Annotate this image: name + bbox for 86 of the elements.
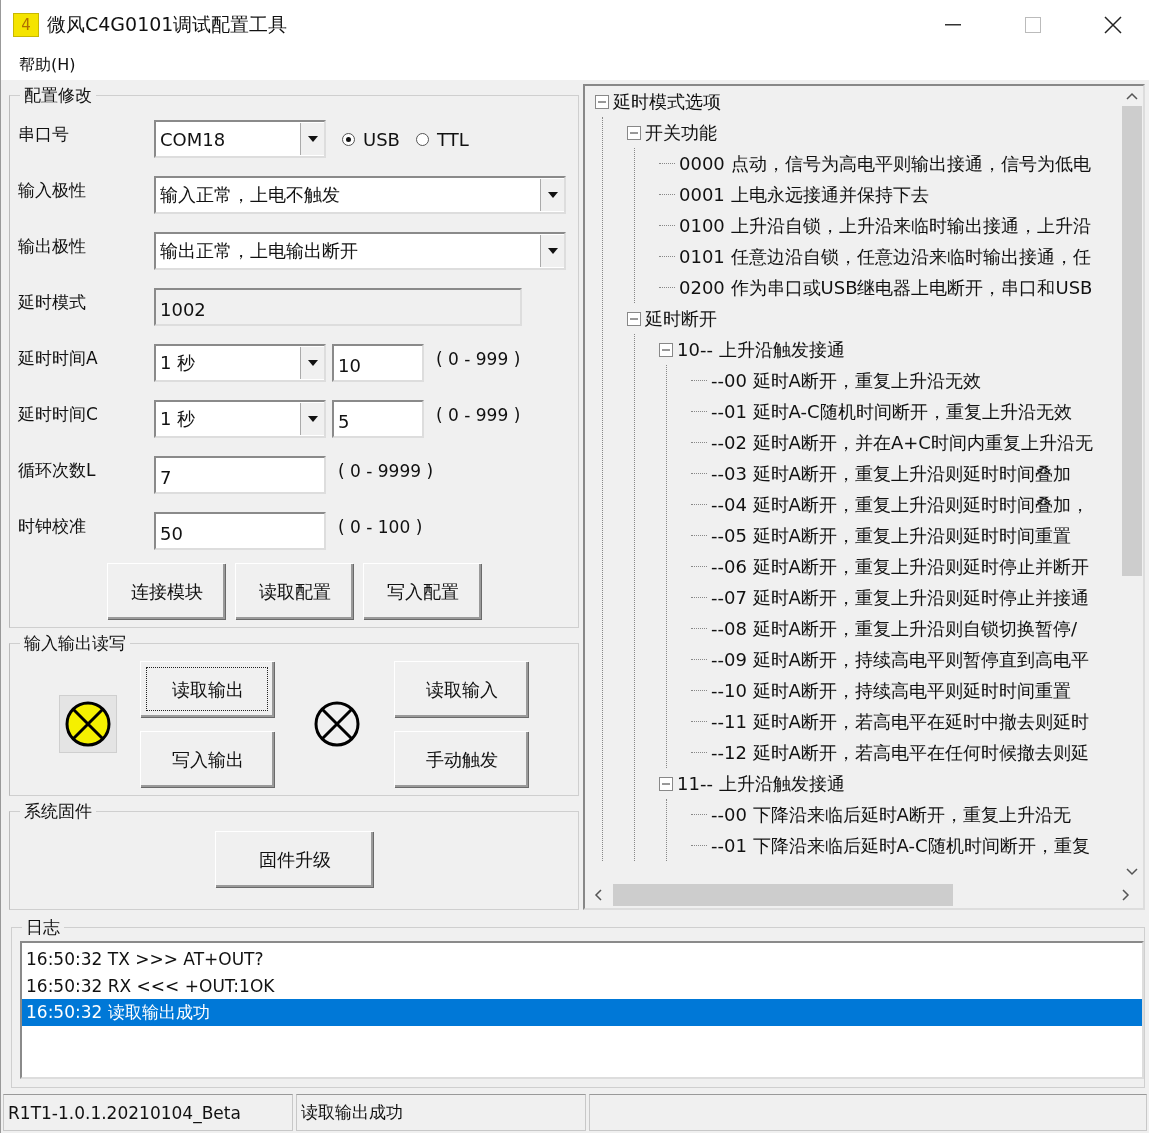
action-button[interactable]: 连接模块 bbox=[107, 563, 225, 619]
field-label: 循环次数L bbox=[18, 458, 97, 482]
group-title: 系统固件 bbox=[23, 800, 93, 823]
tree-item[interactable]: 0101 任意边沿自锁，任意边沿来临时输出接通，任 bbox=[679, 244, 1091, 269]
tree-item[interactable]: --11 延时A断开，若高电平在延时中撤去则延时 bbox=[711, 709, 1089, 734]
field-label: 延时模式 bbox=[18, 290, 87, 314]
tree-item[interactable]: --01 下降沿来临后延时A-C随机时间断开，重复 bbox=[711, 833, 1090, 858]
action-button[interactable]: 写入配置 bbox=[363, 563, 481, 619]
radio-button[interactable] bbox=[342, 132, 355, 146]
maximize-icon[interactable] bbox=[1025, 17, 1041, 33]
delay-mode-field[interactable]: 1002 bbox=[154, 288, 522, 326]
action-button[interactable]: 读取配置 bbox=[235, 563, 353, 619]
tree-item[interactable]: 延时断开 bbox=[645, 306, 717, 331]
tree-item[interactable]: --03 延时A断开，重复上升沿则延时时间叠加 bbox=[711, 461, 1071, 486]
write-output-button[interactable]: 写入输出 bbox=[140, 731, 274, 787]
range-text: ( 0 - 9999 ) bbox=[338, 461, 434, 481]
tree-item[interactable]: --08 延时A断开，重复上升沿则自锁切换暂停/ bbox=[711, 616, 1077, 641]
tree-item[interactable]: --00 下降沿来临后延时A断开，重复上升沿无 bbox=[711, 802, 1071, 827]
group-title: 配置修改 bbox=[23, 84, 93, 107]
tree-item[interactable]: 10-- 上升沿触发接通 bbox=[677, 337, 845, 362]
field-label: 延时时间C bbox=[18, 402, 99, 426]
range-text: ( 0 - 100 ) bbox=[338, 517, 423, 537]
tree-item[interactable]: 0001 上电永远接通并保持下去 bbox=[679, 182, 929, 207]
tree-item[interactable]: --04 延时A断开，重复上升沿则延时时间叠加， bbox=[711, 492, 1089, 517]
tree-item[interactable]: 0000 点动，信号为高电平则输出接通，信号为低电 bbox=[679, 151, 1091, 176]
dropdown-arrow-icon bbox=[307, 416, 318, 422]
collapse-icon[interactable] bbox=[595, 94, 609, 109]
app-icon: 4 bbox=[13, 13, 39, 37]
field-label: 串口号 bbox=[18, 122, 70, 146]
dropdown-arrow-icon bbox=[547, 192, 558, 198]
range-text: ( 0 - 999 ) bbox=[436, 349, 521, 369]
group-title: 输入输出读写 bbox=[23, 632, 127, 655]
field-label: 延时时间A bbox=[18, 346, 99, 370]
status-text: 读取输出成功 bbox=[296, 1094, 586, 1131]
loop-count-field[interactable]: 7 bbox=[154, 456, 326, 494]
log-entry[interactable]: 16:50:32 TX >>> AT+OUT? bbox=[22, 945, 1142, 972]
tree-item[interactable]: --00 延时A断开，重复上升沿无效 bbox=[711, 368, 981, 393]
clock-calibration-field[interactable]: 50 bbox=[154, 512, 326, 550]
manual-trigger-button[interactable]: 手动触发 bbox=[394, 731, 528, 787]
collapse-icon[interactable] bbox=[627, 125, 641, 140]
close-icon[interactable] bbox=[1104, 16, 1122, 34]
read-input-button[interactable]: 读取输入 bbox=[394, 661, 528, 717]
read-output-button[interactable]: 读取输出 bbox=[140, 661, 274, 717]
input-polarity-dropdown[interactable]: 输入正常，上电不触发 bbox=[154, 176, 566, 214]
tree-item[interactable]: --10 延时A断开，持续高电平则延时时间重置 bbox=[711, 678, 1071, 703]
menu-item[interactable]: 帮助(H) bbox=[11, 52, 84, 78]
field-label: 输出极性 bbox=[18, 234, 87, 258]
minimize-icon[interactable] bbox=[945, 24, 961, 26]
tree-item[interactable]: --05 延时A断开，重复上升沿则延时时间重置 bbox=[711, 523, 1071, 548]
delay-c-field[interactable]: 5 bbox=[332, 400, 424, 438]
collapse-icon[interactable] bbox=[659, 342, 673, 357]
radio-option[interactable]: TTL bbox=[415, 128, 469, 150]
port-dropdown[interactable]: COM18 bbox=[154, 120, 326, 158]
dropdown-arrow-icon bbox=[307, 360, 318, 366]
delay-c-unit-dropdown[interactable]: 1 秒 bbox=[154, 400, 326, 438]
tree-item[interactable]: --06 延时A断开，重复上升沿则延时停止并断开 bbox=[711, 554, 1089, 579]
field-label: 输入极性 bbox=[18, 178, 87, 202]
tree-item[interactable]: --07 延时A断开，重复上升沿则延时停止并接通 bbox=[711, 585, 1089, 610]
range-text: ( 0 - 999 ) bbox=[436, 405, 521, 425]
tree-item[interactable]: --12 延时A断开，若高电平在任何时候撤去则延 bbox=[711, 740, 1089, 765]
collapse-icon[interactable] bbox=[627, 311, 641, 326]
output-polarity-dropdown[interactable]: 输出正常，上电输出断开 bbox=[154, 232, 566, 270]
radio-option[interactable]: USB bbox=[342, 128, 400, 150]
scrollbar-thumb[interactable] bbox=[613, 884, 953, 906]
tree-item[interactable]: 0200 作为串口或USB继电器上电断开，串口和USB bbox=[679, 275, 1093, 300]
field-label: 时钟校准 bbox=[18, 514, 87, 538]
status-text: R1T1-1.0.1.20210104_Beta bbox=[3, 1094, 293, 1131]
tree-item[interactable]: 延时模式选项 bbox=[613, 89, 721, 114]
dropdown-arrow-icon bbox=[547, 248, 558, 254]
delay-a-field[interactable]: 10 bbox=[332, 344, 424, 382]
log-entry[interactable]: 16:50:32 RX <<< +OUT:1OK bbox=[22, 972, 1142, 999]
log-entry[interactable]: 16:50:32 读取输出成功 bbox=[22, 999, 1142, 1026]
tree-item[interactable]: 开关功能 bbox=[645, 120, 717, 145]
tree-item[interactable]: --02 延时A断开，并在A+C时间内重复上升沿无 bbox=[711, 430, 1093, 455]
dropdown-arrow-icon bbox=[307, 136, 318, 142]
group-title: 日志 bbox=[25, 916, 61, 939]
tree-item[interactable]: 11-- 上升沿触发接通 bbox=[677, 771, 845, 796]
firmware-upgrade-button[interactable]: 固件升级 bbox=[215, 831, 373, 887]
tree-item[interactable]: --01 延时A-C随机时间断开，重复上升沿无效 bbox=[711, 399, 1072, 424]
radio-button[interactable] bbox=[415, 132, 429, 146]
scrollbar-thumb[interactable] bbox=[1122, 106, 1142, 576]
window-title: 微风C4G0101调试配置工具 bbox=[47, 12, 289, 37]
collapse-icon[interactable] bbox=[659, 776, 673, 791]
delay-a-unit-dropdown[interactable]: 1 秒 bbox=[154, 344, 326, 382]
tree-item[interactable]: 0100 上升沿自锁，上升沿来临时输出接通，上升沿 bbox=[679, 213, 1091, 238]
tree-item[interactable]: --09 延时A断开，持续高电平则暂停直到高电平 bbox=[711, 647, 1089, 672]
